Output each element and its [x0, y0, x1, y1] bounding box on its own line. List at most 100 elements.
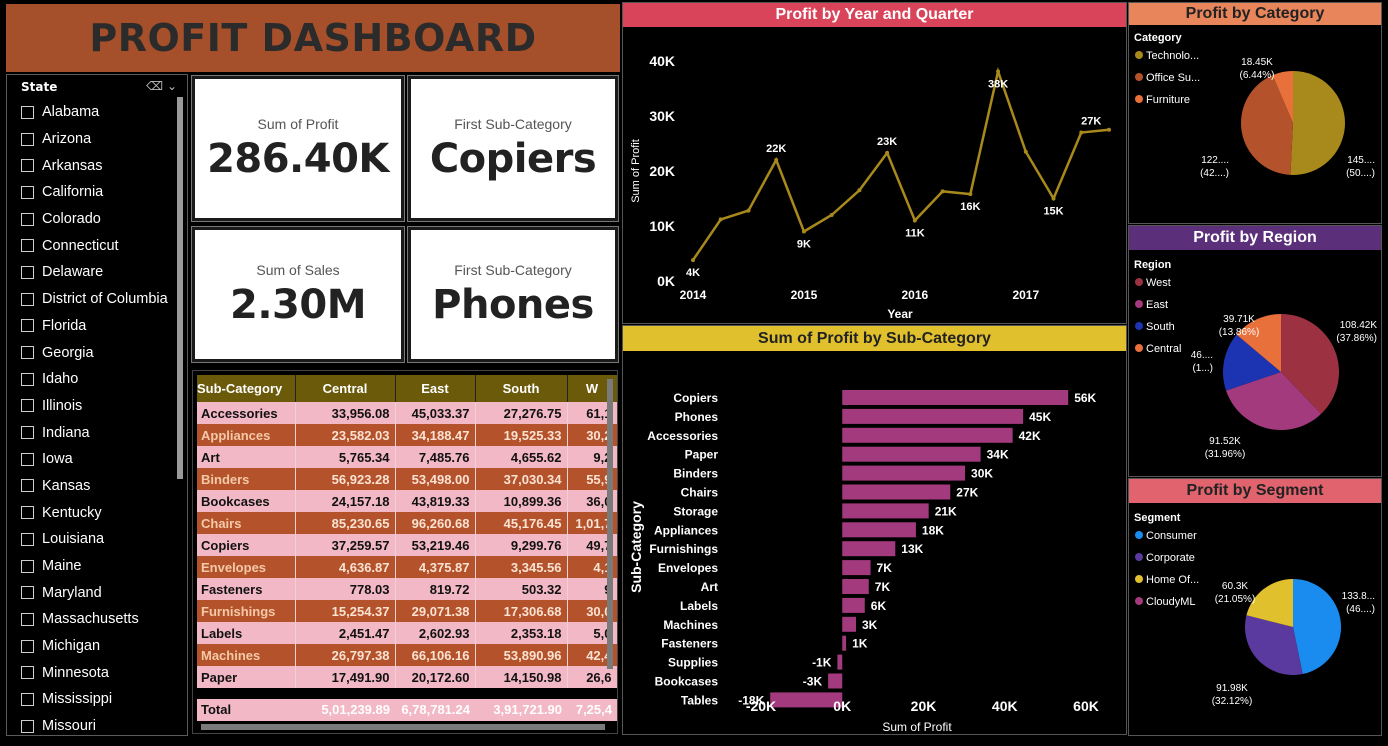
data-point[interactable] — [940, 189, 945, 194]
bar[interactable] — [842, 390, 1069, 405]
state-option[interactable]: Kentucky — [21, 499, 168, 526]
bar[interactable] — [842, 541, 896, 557]
bar[interactable] — [842, 597, 865, 613]
slicer-scrollbar[interactable] — [177, 97, 183, 479]
data-point[interactable] — [1107, 127, 1111, 132]
table-row[interactable]: Appliances 23,582.03 34,188.47 19,525.33 30,… — [197, 424, 617, 446]
data-point[interactable] — [746, 208, 751, 213]
table-row[interactable]: Accessories 33,956.08 45,033.37 27,276.75 61… — [197, 402, 617, 424]
kpi-card-profit[interactable]: Sum of Profit 286.40K — [191, 75, 405, 222]
matrix-header-region[interactable]: East — [395, 375, 476, 402]
state-option[interactable]: Missouri — [21, 713, 168, 740]
checkbox[interactable] — [21, 105, 34, 119]
checkbox[interactable] — [21, 132, 34, 146]
state-option[interactable]: Iowa — [21, 446, 168, 473]
profit-by-year-panel[interactable]: Profit by Year and Quarter 0K 10K 20K 30K 40… — [622, 2, 1127, 324]
profit-line[interactable] — [691, 66, 1110, 261]
state-option[interactable]: Arkansas — [21, 152, 168, 179]
checkbox[interactable] — [21, 666, 34, 680]
profit-by-segment-panel[interactable]: Profit by Segment Segment Consumer Corpora… — [1128, 478, 1382, 736]
checkbox[interactable] — [21, 212, 34, 226]
checkbox[interactable] — [21, 692, 34, 706]
state-option[interactable]: Minnesota — [21, 659, 168, 686]
checkbox[interactable] — [21, 159, 34, 173]
table-row[interactable]: Bookcases 24,157.18 43,819.33 10,899.36 36,0 — [197, 490, 617, 512]
kpi-card-sales[interactable]: Sum of Sales 2.30M — [191, 226, 405, 363]
bar[interactable] — [770, 692, 843, 708]
state-option[interactable]: Massachusetts — [21, 606, 168, 633]
data-point[interactable] — [1051, 196, 1056, 201]
state-option[interactable]: Florida — [21, 313, 168, 340]
checkbox[interactable] — [21, 372, 34, 386]
state-option[interactable]: Maryland — [21, 579, 168, 606]
bar[interactable] — [842, 616, 857, 632]
checkbox[interactable] — [21, 452, 34, 466]
kpi-card-first-subcategory[interactable]: First Sub-Category Copiers — [407, 75, 619, 222]
eraser-icon[interactable]: ⌫ — [146, 79, 163, 93]
state-slicer[interactable]: State ⌫ ⌄ Alabama Arizona Arkansas Californ… — [6, 74, 188, 736]
bar[interactable] — [842, 635, 847, 651]
checkbox[interactable] — [21, 586, 34, 600]
state-option[interactable]: Kansas — [21, 473, 168, 500]
checkbox[interactable] — [21, 265, 34, 279]
checkbox[interactable] — [21, 319, 34, 333]
checkbox[interactable] — [21, 612, 34, 626]
table-row[interactable]: Copiers 37,259.57 53,219.46 9,299.76 49,7 — [197, 534, 617, 556]
pie-slice[interactable] — [1290, 71, 1345, 175]
table-row[interactable]: Chairs 85,230.65 96,260.68 45,176.45 1,01,7 — [197, 512, 617, 534]
checkbox[interactable] — [21, 346, 34, 360]
table-row[interactable]: Labels 2,451.47 2,602.93 2,353.18 5,0 — [197, 622, 617, 644]
bar[interactable] — [842, 427, 1013, 443]
bar[interactable] — [842, 484, 951, 500]
matrix-header-subcategory[interactable]: Sub-Category — [197, 375, 296, 402]
data-point[interactable] — [801, 229, 806, 234]
profit-by-category-panel[interactable]: Profit by Category Category Technolo... Of… — [1128, 2, 1382, 224]
data-point[interactable] — [912, 218, 917, 223]
table-row[interactable]: Art 5,765.34 7,485.76 4,655.62 9,2 — [197, 446, 617, 468]
state-option[interactable]: Louisiana — [21, 526, 168, 553]
state-option[interactable]: Colorado — [21, 206, 168, 233]
state-option[interactable]: Illinois — [21, 393, 168, 420]
data-point[interactable] — [691, 258, 695, 263]
data-point[interactable] — [774, 158, 779, 162]
table-row[interactable]: Fasteners778.03819.72503.329 — [197, 578, 617, 600]
table-row[interactable]: Binders 56,923.28 53,498.00 37,030.34 55,9 — [197, 468, 617, 490]
chevron-down-icon[interactable]: ⌄ — [167, 79, 177, 93]
data-point[interactable] — [996, 69, 1001, 74]
state-option[interactable]: District of Columbia — [21, 286, 168, 313]
profit-matrix[interactable]: Sub-Category Central East South W Accessorie… — [192, 370, 618, 734]
state-option[interactable]: Indiana — [21, 419, 168, 446]
pie-slice[interactable] — [1293, 579, 1341, 675]
checkbox[interactable] — [21, 506, 34, 520]
data-point[interactable] — [1079, 130, 1084, 135]
checkbox[interactable] — [21, 399, 34, 413]
profit-by-region-panel[interactable]: Profit by Region Region West East South Cent… — [1128, 225, 1382, 477]
bar[interactable] — [842, 579, 869, 594]
state-option[interactable]: Delaware — [21, 259, 168, 286]
bar[interactable] — [842, 522, 916, 538]
state-option[interactable]: Idaho — [21, 366, 168, 393]
data-point[interactable] — [1023, 149, 1028, 154]
state-option[interactable]: Connecticut — [21, 232, 168, 259]
bar[interactable] — [842, 408, 1024, 424]
table-row[interactable]: Furnishings 15,254.37 29,071.38 17,306.68 30… — [197, 600, 617, 622]
bar[interactable] — [837, 654, 843, 670]
data-point[interactable] — [829, 213, 834, 217]
profit-by-subcategory-panel[interactable]: Sum of Profit by Sub-Category Copiers 56K… — [622, 325, 1127, 735]
checkbox[interactable] — [21, 292, 34, 306]
checkbox[interactable] — [21, 559, 34, 573]
checkbox[interactable] — [21, 532, 34, 546]
checkbox[interactable] — [21, 719, 34, 733]
state-option[interactable]: Alabama — [21, 99, 168, 126]
bar[interactable] — [842, 503, 929, 519]
state-option[interactable]: California — [21, 179, 168, 206]
bar[interactable] — [842, 560, 871, 576]
matrix-horizontal-scrollbar[interactable] — [201, 724, 605, 730]
table-row[interactable]: Paper 17,491.90 20,172.60 14,150.98 26,6 — [197, 666, 617, 688]
checkbox[interactable] — [21, 639, 34, 653]
data-point[interactable] — [885, 150, 890, 155]
matrix-header-region[interactable]: South — [475, 375, 568, 402]
data-point[interactable] — [857, 188, 862, 193]
matrix-header-region[interactable]: Central — [295, 375, 396, 402]
matrix-vertical-scrollbar[interactable] — [607, 379, 613, 669]
